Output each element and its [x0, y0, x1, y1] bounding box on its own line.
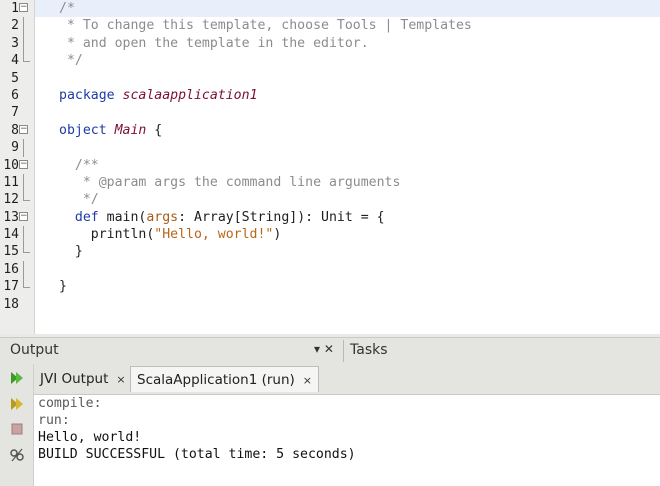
code-line[interactable]: 10− /** [3, 157, 660, 174]
output-settings-icon[interactable] [9, 447, 25, 463]
code-text[interactable] [35, 140, 59, 155]
output-panel-title[interactable]: Output [10, 342, 59, 358]
panel-window-controls[interactable]: ▾ ✕ [314, 342, 334, 356]
output-toolbar [0, 364, 34, 486]
code-line[interactable]: 4 */ [11, 52, 660, 69]
code-text[interactable]: * and open the template in the editor. [35, 36, 369, 51]
close-icon[interactable]: × [303, 374, 312, 387]
output-console[interactable]: compile: run: Hello, world! BUILD SUCCESSFU… [34, 395, 660, 486]
fold-end-marker [23, 243, 30, 254]
code-text[interactable] [35, 297, 59, 312]
code-text[interactable]: object Main { [35, 123, 162, 138]
line-number: 18 [3, 296, 19, 312]
fold-end-marker [23, 278, 30, 289]
code-text[interactable]: } [35, 244, 83, 259]
code-line[interactable]: 16 [3, 260, 660, 279]
code-text[interactable]: * To change this template, choose Tools … [35, 18, 472, 33]
fold-end-marker [23, 52, 30, 63]
code-line[interactable]: 2 * To change this template, choose Tool… [11, 17, 660, 35]
output-line: compile: [38, 396, 102, 411]
code-text[interactable]: package scalaapplication1 [35, 88, 258, 103]
tab-scalaapplication1-run[interactable]: ScalaApplication1 (run) × [130, 366, 320, 392]
line-number: 14 [3, 227, 19, 243]
code-line[interactable]: 8− object Main { [11, 122, 660, 139]
fold-guide [23, 260, 24, 279]
rerun-icon[interactable] [9, 370, 25, 386]
line-number: 5 [11, 70, 19, 86]
close-icon[interactable]: × [116, 373, 125, 386]
line-number: 16 [3, 261, 19, 277]
line-number: 12 [3, 192, 19, 208]
line-number: 9 [11, 140, 19, 156]
fold-toggle-icon[interactable]: − [19, 124, 28, 134]
fold-guide [23, 17, 24, 35]
rerun-with-options-icon[interactable] [9, 396, 25, 412]
fold-guide [23, 173, 24, 192]
code-editor[interactable]: 1−/* 2 * To change this template, choose … [0, 0, 660, 334]
code-line[interactable]: 9 [11, 139, 660, 157]
code-text[interactable] [35, 262, 59, 277]
code-line[interactable]: 14 println("Hello, world!") [3, 226, 660, 244]
code-line[interactable]: 15 } [3, 243, 660, 260]
fold-guide [23, 226, 24, 244]
fold-end-marker [23, 191, 30, 202]
line-number: 1 [11, 1, 19, 16]
divider [343, 340, 344, 362]
fold-toggle-icon[interactable]: − [19, 159, 28, 169]
line-number: 15 [3, 244, 19, 260]
code-line[interactable]: 6 package scalaapplication1 [11, 87, 660, 104]
code-text[interactable] [35, 105, 59, 120]
output-line: Hello, world! [38, 430, 142, 445]
code-line[interactable]: 11 * @param args the command line argume… [3, 173, 660, 192]
line-number: 2 [11, 18, 19, 34]
tab-label: JVI Output [40, 371, 109, 387]
code-text[interactable]: println("Hello, world!") [35, 227, 282, 242]
code-line[interactable]: 1−/* [11, 0, 660, 18]
fold-guide [23, 139, 24, 157]
code-text[interactable]: def main(args: Array[String]): Unit = { [35, 210, 385, 225]
code-text[interactable]: /** [35, 158, 99, 173]
fold-toggle-icon[interactable]: − [19, 211, 28, 221]
output-line: BUILD SUCCESSFUL (total time: 5 seconds) [38, 447, 356, 462]
line-number: 8 [11, 122, 19, 138]
code-line[interactable]: 5 [11, 70, 660, 87]
line-number: 17 [3, 279, 19, 295]
fold-guide [23, 34, 24, 53]
stop-icon[interactable] [9, 421, 25, 437]
code-line[interactable]: 13− def main(args: Array[String]): Unit … [3, 209, 660, 226]
line-number: 4 [11, 53, 19, 69]
code-line[interactable]: 7 [11, 104, 660, 121]
line-number: 7 [11, 105, 19, 121]
fold-toggle-icon[interactable]: − [19, 3, 28, 12]
line-number: 11 [3, 174, 19, 190]
code-text[interactable]: * @param args the command line arguments [35, 175, 401, 190]
output-panel-header: Output ▾ ✕ Tasks [0, 337, 660, 364]
code-text[interactable] [35, 71, 59, 86]
line-number: 3 [11, 35, 19, 51]
tab-tasks[interactable]: Tasks [350, 342, 388, 358]
line-number: 13 [3, 209, 19, 225]
tab-label: ScalaApplication1 (run) [137, 372, 295, 388]
line-number: 10 [3, 157, 19, 173]
output-line: run: [38, 413, 70, 428]
code-text[interactable]: */ [35, 192, 99, 207]
code-line[interactable]: 17} [3, 278, 660, 295]
code-text[interactable]: */ [35, 53, 83, 68]
code-text[interactable]: } [35, 279, 67, 294]
code-line[interactable]: 18 [3, 296, 660, 313]
line-number: 6 [11, 87, 19, 103]
output-tabs: JVI Output × ScalaApplication1 (run) × [34, 364, 660, 395]
code-line[interactable]: 12 */ [3, 191, 660, 208]
tab-jvi-output[interactable]: JVI Output × [34, 366, 132, 392]
code-lines[interactable]: 1−/* 2 * To change this template, choose … [3, 0, 660, 313]
code-line[interactable]: 3 * and open the template in the editor. [11, 34, 660, 53]
code-text[interactable]: /* [35, 1, 75, 16]
